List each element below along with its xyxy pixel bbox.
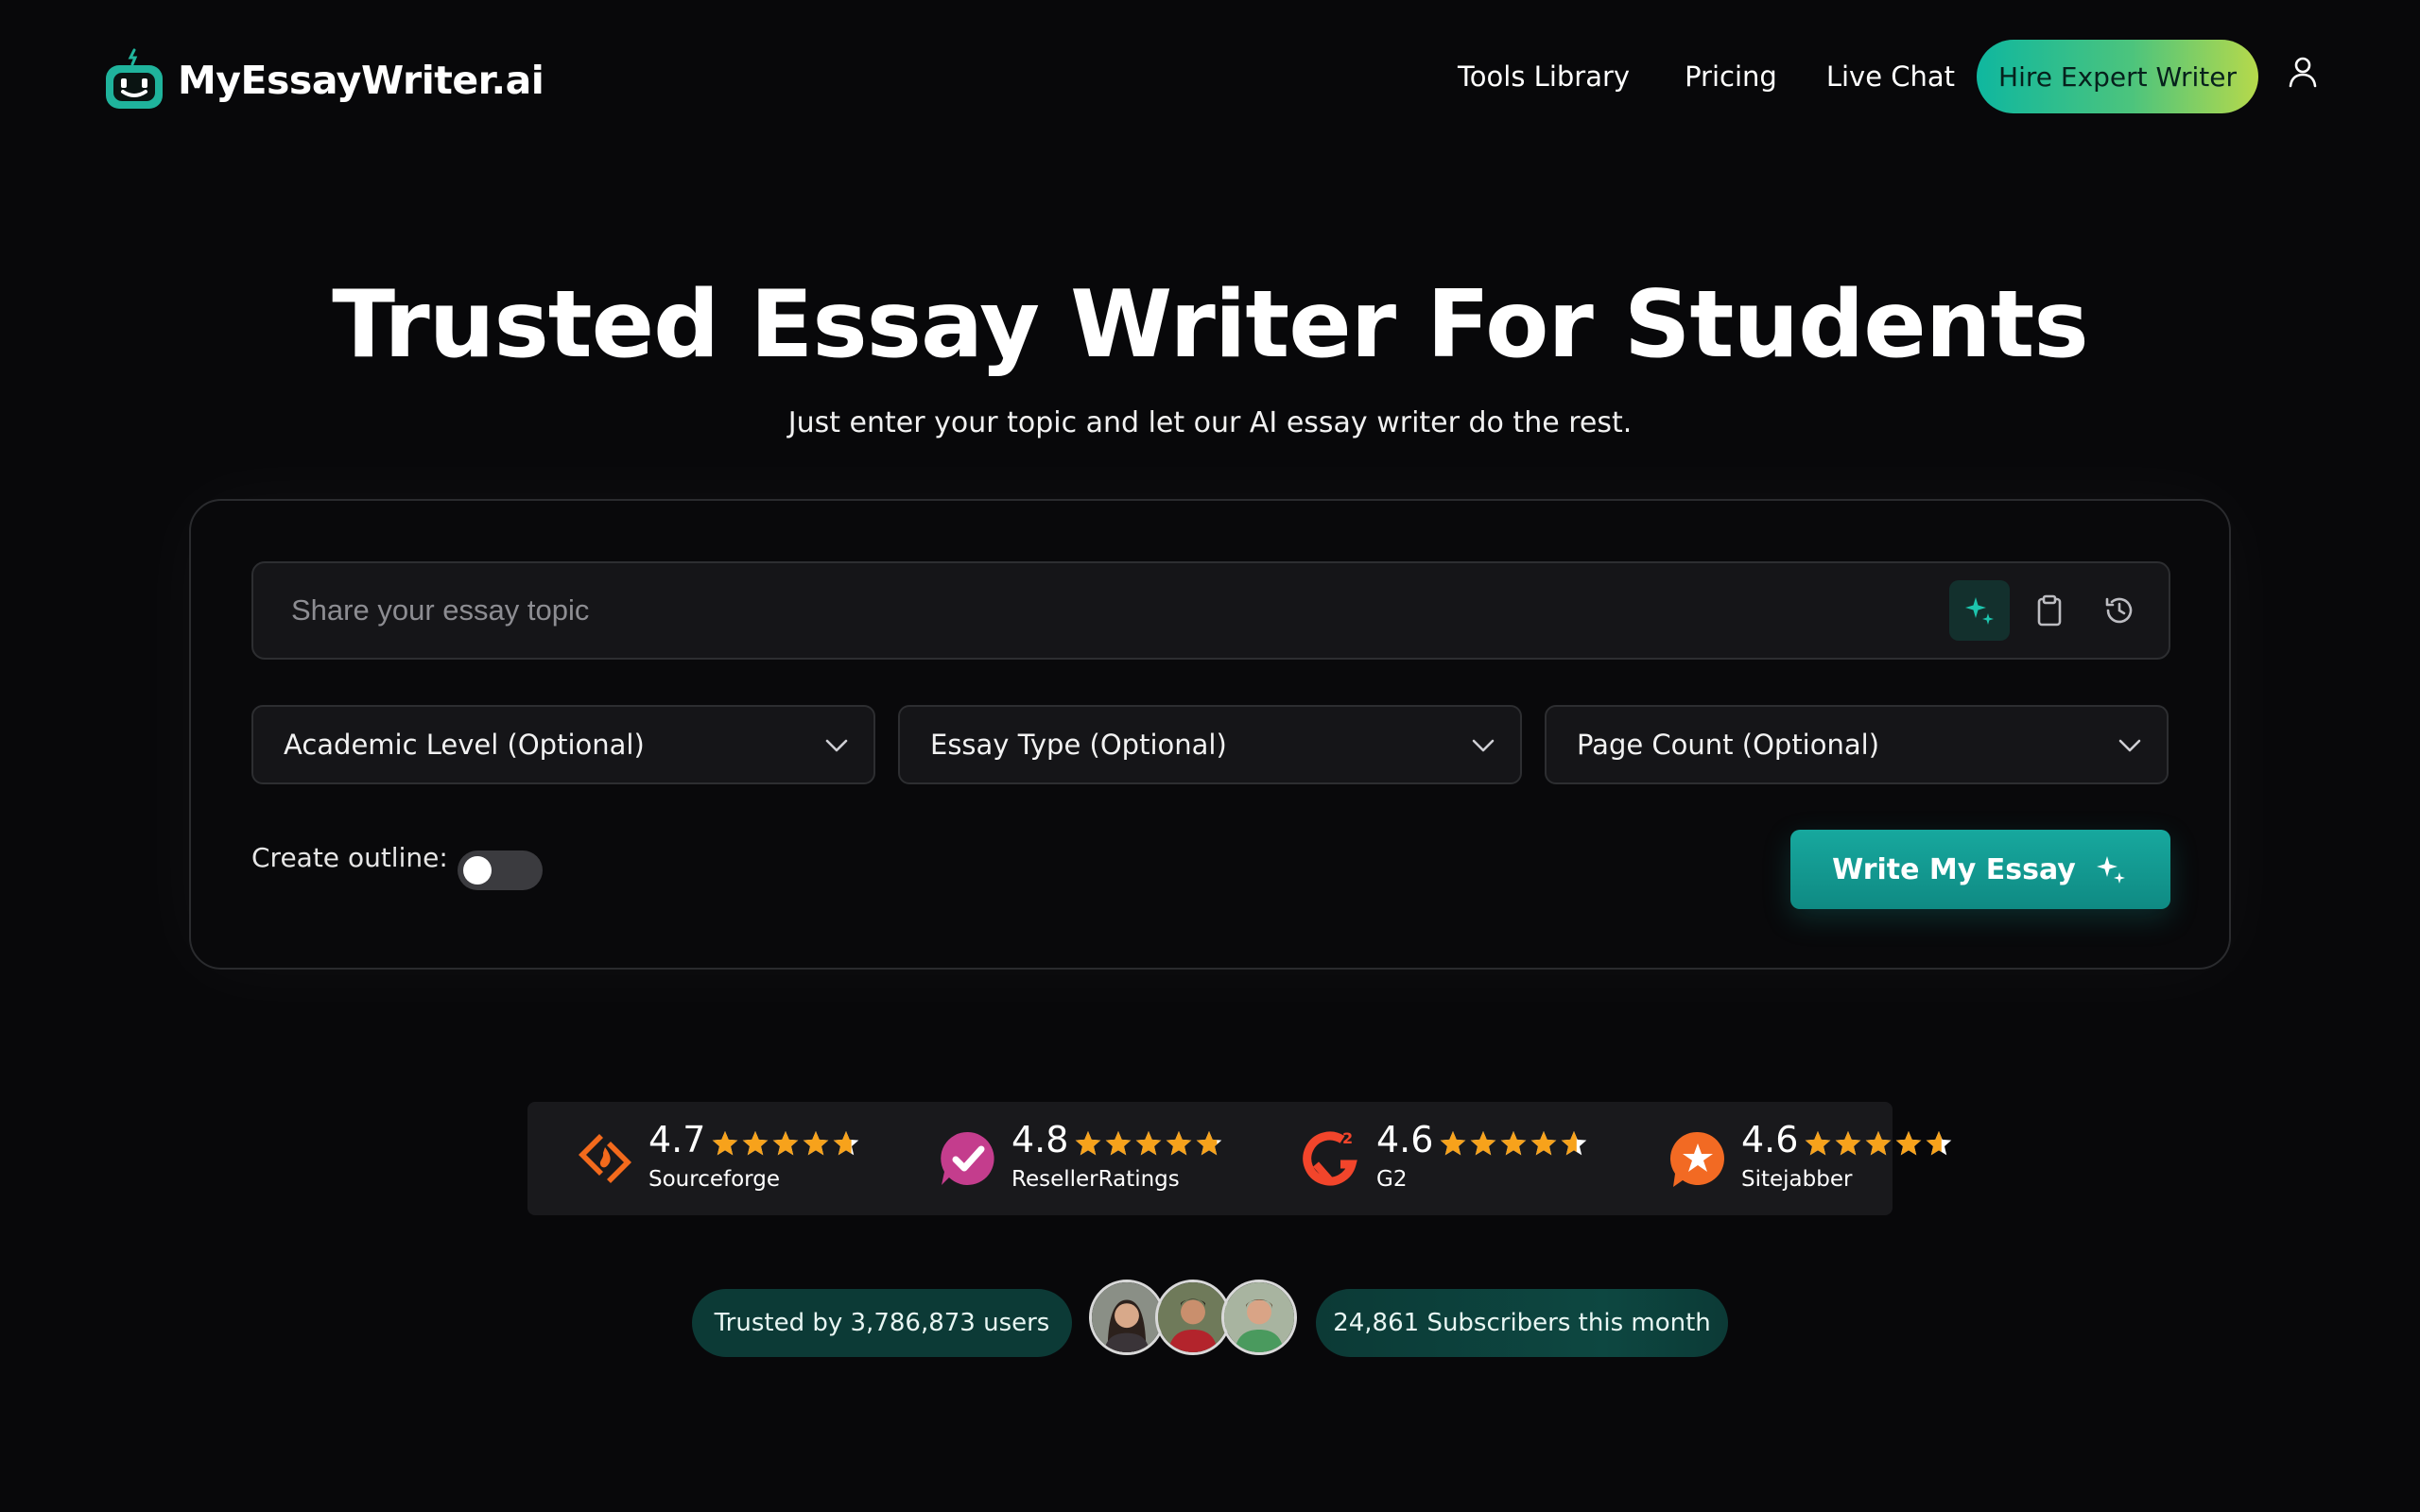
star-filled-part: [1895, 1131, 1922, 1156]
sitejabber-logo-icon: [1669, 1131, 1724, 1187]
avatar-portrait-icon: [1158, 1282, 1228, 1352]
star-rating-icon: [712, 1131, 859, 1156]
nav-link-tools-library[interactable]: Tools Library: [1458, 60, 1630, 93]
user-account-icon[interactable]: [2286, 55, 2320, 89]
nav-links: Tools Library Pricing Live Chat: [1437, 40, 1955, 113]
nav-link-live-chat[interactable]: Live Chat: [1826, 60, 1955, 93]
g2-logo-icon: 2: [1303, 1129, 1357, 1186]
chevron-down-icon: [825, 739, 848, 752]
star-filled-part: [1835, 1131, 1861, 1156]
brand-logo-link[interactable]: MyEssayWriter.ai: [102, 40, 544, 121]
rating-source-name: Sitejabber: [1741, 1167, 1853, 1192]
paste-clipboard-button[interactable]: [2019, 580, 2080, 641]
rating-score: 4.7: [648, 1119, 706, 1160]
star-filled-part: [1075, 1131, 1101, 1156]
star-filled-part: [1470, 1131, 1496, 1156]
subscribers-badge: 24,861 Subscribers this month: [1316, 1289, 1728, 1357]
academic-level-label: Academic Level (Optional): [284, 729, 645, 761]
star-filled-part: [712, 1131, 738, 1156]
svg-text:2: 2: [1342, 1129, 1353, 1147]
star-filled-part: [1805, 1131, 1831, 1156]
avatar: [1221, 1280, 1297, 1355]
star-filled-part: [1440, 1131, 1466, 1156]
page-count-label: Page Count (Optional): [1577, 729, 1880, 761]
topic-field: [251, 561, 2170, 660]
sparkle-icon: [2096, 856, 2125, 884]
avatar-portrait-icon: [1092, 1282, 1162, 1352]
hire-expert-writer-button[interactable]: Hire Expert Writer: [1977, 40, 2258, 113]
star-filled-part: [1500, 1131, 1527, 1156]
essay-generator-card: Academic Level (Optional) Essay Type (Op…: [189, 499, 2231, 970]
robot-logo-icon: [106, 48, 163, 109]
star-filled-part: [1865, 1131, 1892, 1156]
nav-link-pricing[interactable]: Pricing: [1685, 60, 1777, 93]
brand-name: MyEssayWriter.ai: [178, 58, 544, 103]
write-my-essay-label: Write My Essay: [1832, 852, 2076, 886]
review-ratings-bar: 4.7 Sourceforge 4.8 ResellerRatings 2 4.…: [527, 1102, 1952, 1215]
star-filled-part: [1530, 1131, 1557, 1156]
ai-suggest-button[interactable]: [1949, 580, 2010, 641]
star-filled-part: [1135, 1131, 1162, 1156]
write-my-essay-button[interactable]: Write My Essay: [1790, 830, 2170, 909]
avatar: [1089, 1280, 1165, 1355]
rating-source-name: Sourceforge: [648, 1167, 780, 1192]
star-rating-icon: [1805, 1131, 1952, 1156]
page-count-select[interactable]: Page Count (Optional): [1545, 705, 2169, 784]
user-avatars-group: [1089, 1280, 1299, 1359]
star-rating-icon: [1440, 1131, 1587, 1156]
essay-type-label: Essay Type (Optional): [930, 729, 1227, 761]
clipboard-icon: [2037, 594, 2062, 627]
star-filled-part: [1105, 1131, 1132, 1156]
star-rating-icon: [1075, 1131, 1222, 1156]
sourceforge-logo-icon: [579, 1134, 631, 1183]
history-icon: [2105, 597, 2133, 624]
chevron-down-icon: [1472, 739, 1495, 752]
page-title: Trusted Essay Writer For Students: [332, 271, 2088, 379]
avatar: [1155, 1280, 1231, 1355]
page-subtitle: Just enter your topic and let our AI ess…: [787, 406, 1633, 439]
chevron-down-icon: [2118, 739, 2141, 752]
trusted-users-badge: Trusted by 3,786,873 users: [692, 1289, 1072, 1357]
avatar-portrait-icon: [1224, 1282, 1294, 1352]
sparkle-icon: [1965, 597, 1994, 625]
top-nav: MyEssayWriter.ai Tools Library Pricing L…: [0, 0, 2420, 151]
star-filled-part: [1166, 1131, 1192, 1156]
rating-score: 4.6: [1741, 1119, 1799, 1160]
create-outline-toggle[interactable]: [458, 850, 543, 890]
essay-type-select[interactable]: Essay Type (Optional): [898, 705, 1522, 784]
star-filled-part: [803, 1131, 829, 1156]
rating-source-name: G2: [1376, 1167, 1408, 1192]
rating-score: 4.8: [1011, 1119, 1069, 1160]
star-filled-part: [742, 1131, 769, 1156]
toggle-knob: [463, 856, 492, 885]
rating-score: 4.6: [1376, 1119, 1434, 1160]
essay-topic-input[interactable]: [291, 563, 1804, 658]
history-button[interactable]: [2089, 580, 2150, 641]
rating-source-name: ResellerRatings: [1011, 1167, 1180, 1192]
create-outline-label: Create outline:: [251, 842, 448, 873]
academic-level-select[interactable]: Academic Level (Optional): [251, 705, 875, 784]
star-filled-part: [772, 1131, 799, 1156]
resellerratings-logo-icon: [941, 1131, 994, 1185]
